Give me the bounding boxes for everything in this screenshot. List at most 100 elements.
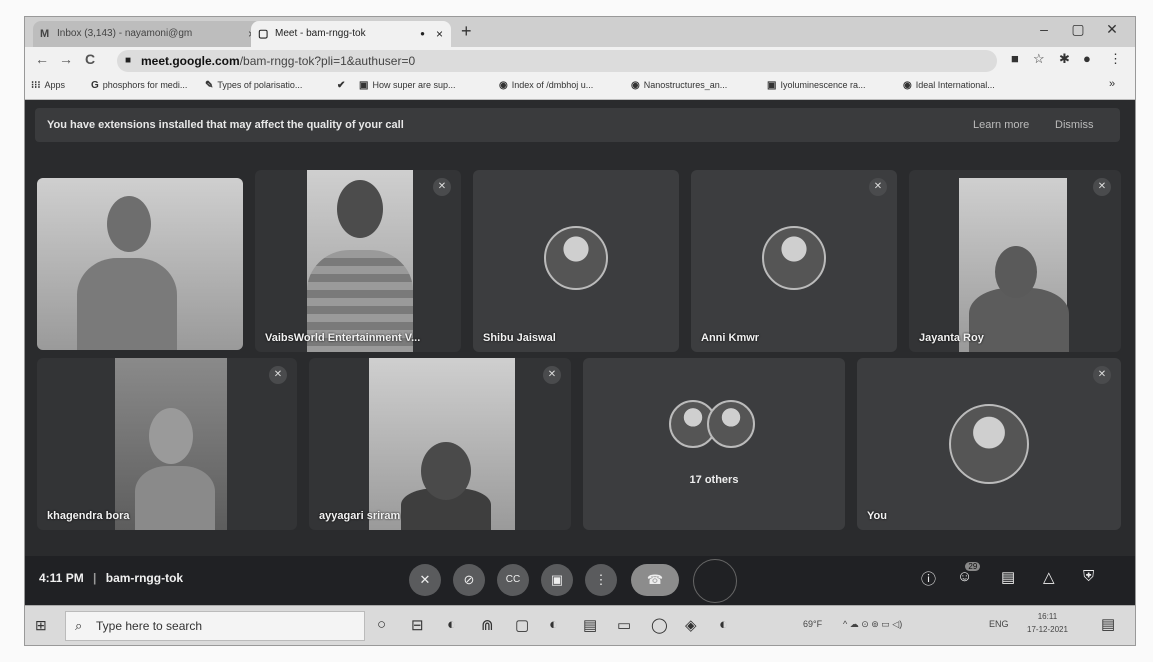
- apps-grid-icon: ⁝⁝⁝: [31, 80, 41, 91]
- bookmark-polarisation[interactable]: ✎ Types of polarisatio...: [205, 80, 302, 91]
- weather-widget[interactable]: 69°F: [803, 619, 822, 629]
- meet-stage: You have extensions installed that may a…: [25, 100, 1135, 603]
- microphone-toggle-button[interactable]: ✕: [409, 564, 441, 596]
- participant-tile[interactable]: ✕ khagendra bora: [37, 358, 297, 530]
- participant-name: khagendra bora: [47, 510, 130, 522]
- participant-avatar: [762, 226, 826, 290]
- divider: |: [93, 571, 97, 585]
- bookmark-ideal[interactable]: ◉ Ideal International...: [903, 80, 995, 91]
- app-icon[interactable]: ◈: [685, 616, 697, 634]
- taskbar-search-input[interactable]: ⌕ Type here to search: [65, 611, 365, 641]
- maximize-button[interactable]: ▢: [1063, 21, 1093, 38]
- participant-name: Shibu Jaiswal: [483, 332, 556, 344]
- search-icon: ⌕: [75, 618, 83, 633]
- new-tab-button[interactable]: +: [461, 21, 472, 42]
- minimize-button[interactable]: –: [1029, 21, 1059, 37]
- others-tile[interactable]: 17 others: [583, 358, 845, 530]
- others-count: 17 others: [689, 474, 739, 486]
- app-icon[interactable]: ▤: [583, 616, 597, 634]
- activities-button[interactable]: △: [1043, 568, 1055, 586]
- edge-icon[interactable]: ◐: [447, 616, 456, 633]
- meet-controls-bar: 4:11 PM | bam-rngg-tok ✕ ⊘ CC ▣ ⋮ ☎ ⓘ ☺ …: [25, 556, 1135, 603]
- bookmark-apps[interactable]: ⁝⁝⁝ Apps: [31, 80, 65, 91]
- chat-button[interactable]: ▤: [1001, 568, 1015, 586]
- taskbar-clock[interactable]: 16:11 17-12-2021: [1027, 610, 1068, 636]
- page-icon: ▣: [767, 80, 777, 91]
- participant-face: [995, 246, 1037, 298]
- address-bar-row: ← → C ■ meet.google.com/bam-rngg-tok?pli…: [25, 47, 1135, 75]
- app-icon[interactable]: ◐: [549, 616, 558, 633]
- profile-icon[interactable]: ●: [1083, 51, 1091, 66]
- self-tile[interactable]: ✕ You: [857, 358, 1121, 530]
- screen: M Inbox (3,143) - nayamoni@gm × ▢ Meet -…: [24, 16, 1136, 646]
- app-icon[interactable]: ◯: [651, 616, 668, 634]
- participant-figure: [135, 466, 215, 530]
- store-icon[interactable]: ⋒: [481, 616, 494, 634]
- muted-mic-icon: ✕: [543, 366, 561, 384]
- camera-toggle-button[interactable]: ⊘: [453, 564, 485, 596]
- end-call-button[interactable]: ☎: [631, 564, 679, 596]
- bookmark-check[interactable]: ✔: [337, 80, 349, 91]
- learn-more-link[interactable]: Learn more: [973, 108, 1029, 142]
- bookmark-index[interactable]: ◉ Index of /dmbhoj u...: [499, 80, 593, 91]
- participant-name: VaibsWorld Entertainment V...: [265, 332, 421, 344]
- muted-mic-icon: ✕: [1093, 178, 1111, 196]
- participant-count-badge: 29: [965, 562, 981, 571]
- tab-title: Meet - bam-rngg-tok: [275, 28, 366, 39]
- camera-indicator-icon[interactable]: ■: [1011, 51, 1019, 66]
- bookmark-nanostructures[interactable]: ◉ Nanostructures_an...: [631, 80, 727, 91]
- clock-time: 16:11: [1037, 612, 1058, 621]
- back-button[interactable]: ←: [35, 51, 49, 67]
- participant-tile[interactable]: ✕ Anni Kmwr: [691, 170, 897, 352]
- bookmark-label: Index of /dmbhoj u...: [511, 80, 594, 90]
- forward-button[interactable]: →: [59, 51, 73, 67]
- more-options-button[interactable]: ⋮: [585, 564, 617, 596]
- url-input[interactable]: ■ meet.google.com/bam-rngg-tok?pli=1&aut…: [117, 50, 997, 72]
- bookmark-super[interactable]: ▣ How super are sup...: [359, 80, 456, 91]
- people-button[interactable]: ☺ 29: [957, 562, 981, 585]
- browser-menu-icon[interactable]: ⋮: [1109, 51, 1122, 67]
- recording-dot-icon: ●: [420, 29, 425, 38]
- cortana-icon[interactable]: ○: [377, 616, 386, 633]
- meeting-time: 4:11 PM: [39, 571, 84, 585]
- bookmark-iyoluminescence[interactable]: ▣ Iyoluminescence ra...: [767, 80, 866, 91]
- bookmarks-overflow-button[interactable]: »: [1109, 78, 1115, 90]
- mail-icon[interactable]: ▭: [617, 616, 631, 634]
- participant-tile[interactable]: [37, 178, 243, 350]
- bookmark-label: Nanostructures_an...: [643, 80, 728, 90]
- participant-tile[interactable]: Shibu Jaiswal: [473, 170, 679, 352]
- participant-name: Jayanta Roy: [919, 332, 984, 344]
- muted-mic-icon: ✕: [869, 178, 887, 196]
- bookmark-star-icon[interactable]: ☆: [1033, 51, 1045, 67]
- reload-button[interactable]: C: [85, 51, 95, 67]
- clock-date: 17-12-2021: [1027, 625, 1068, 634]
- host-controls-button[interactable]: ⛨: [1083, 568, 1094, 585]
- windows-taskbar: ⊞ ⌕ Type here to search ○ ⊟ ◐ ⋒ ▢ ◐ ▤ ▭ …: [25, 605, 1135, 645]
- tab-inbox[interactable]: M Inbox (3,143) - nayamoni@gm ×: [33, 21, 263, 47]
- extensions-icon[interactable]: ✱: [1059, 51, 1070, 67]
- participant-figure: [77, 258, 177, 350]
- tab-meet[interactable]: ▢ Meet - bam-rngg-tok ● ×: [251, 21, 451, 47]
- participant-avatar: [707, 400, 755, 448]
- app-icon[interactable]: ▢: [515, 616, 529, 634]
- close-window-button[interactable]: ✕: [1097, 21, 1127, 38]
- notification-center-icon[interactable]: ▤: [1101, 615, 1115, 633]
- meeting-info-text: 4:11 PM | bam-rngg-tok: [39, 571, 183, 585]
- language-indicator[interactable]: ENG: [989, 619, 1009, 629]
- bookmark-phosphors[interactable]: Gphosphors for medi...: [91, 80, 187, 91]
- captions-button[interactable]: CC: [497, 564, 529, 596]
- participant-face: [337, 180, 383, 238]
- present-screen-button[interactable]: ▣: [541, 564, 573, 596]
- system-tray-icons[interactable]: ^ ☁ ⊙ ⊚ ▭ ◁): [843, 619, 902, 630]
- chrome-icon[interactable]: ◐: [719, 616, 728, 633]
- windows-start-icon[interactable]: ⊞: [35, 617, 47, 634]
- raise-hand-button[interactable]: [693, 559, 737, 603]
- close-tab-icon[interactable]: ×: [436, 21, 443, 47]
- meeting-details-button[interactable]: ⓘ: [921, 568, 936, 589]
- participant-tile[interactable]: ✕ VaibsWorld Entertainment V...: [255, 170, 461, 352]
- participant-tile[interactable]: ✕ ayyagari sriram: [309, 358, 571, 530]
- dismiss-button[interactable]: Dismiss: [1055, 108, 1094, 142]
- check-icon: ✔: [337, 80, 346, 91]
- task-view-icon[interactable]: ⊟: [411, 616, 424, 634]
- participant-tile[interactable]: ✕ Jayanta Roy: [909, 170, 1121, 352]
